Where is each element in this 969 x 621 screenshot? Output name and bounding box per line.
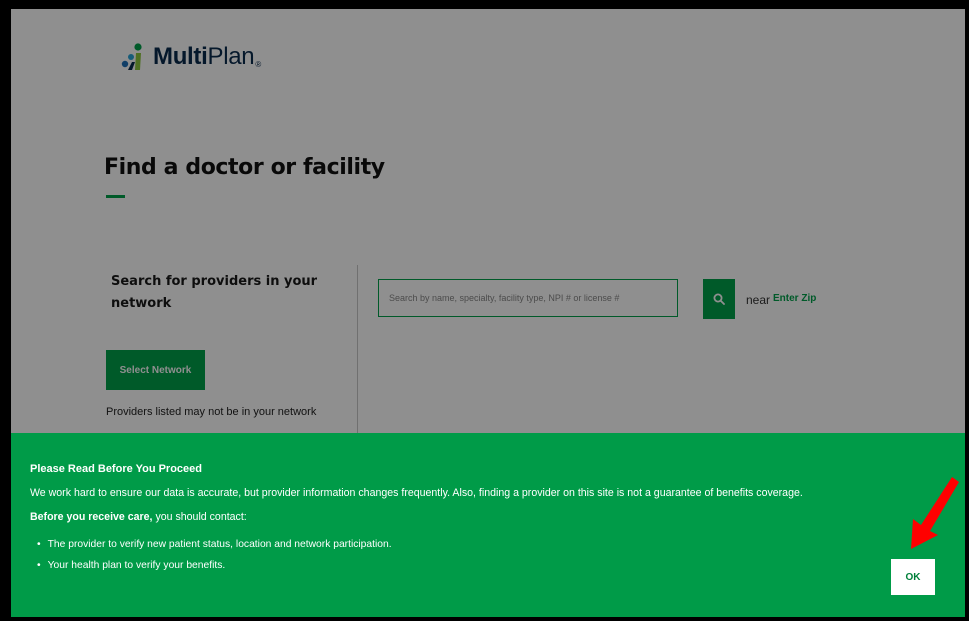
disclaimer-banner: Please Read Before You Proceed We work h… [11,433,965,617]
banner-title: Please Read Before You Proceed [30,463,202,475]
red-arrow-icon [911,477,959,549]
banner-contact-bold: Before you receive care, [30,511,153,523]
ok-button[interactable]: OK [891,559,935,595]
list-item: Your health plan to verify your benefits… [37,560,392,571]
banner-contact: Before you receive care, you should cont… [30,511,247,523]
banner-text: We work hard to ensure our data is accur… [30,487,803,499]
banner-list: The provider to verify new patient statu… [37,539,392,581]
browser-frame: MultiPlan ® Find a doctor or facility Se… [0,0,969,621]
list-item: The provider to verify new patient statu… [37,539,392,550]
banner-contact-rest: you should contact: [152,511,247,523]
